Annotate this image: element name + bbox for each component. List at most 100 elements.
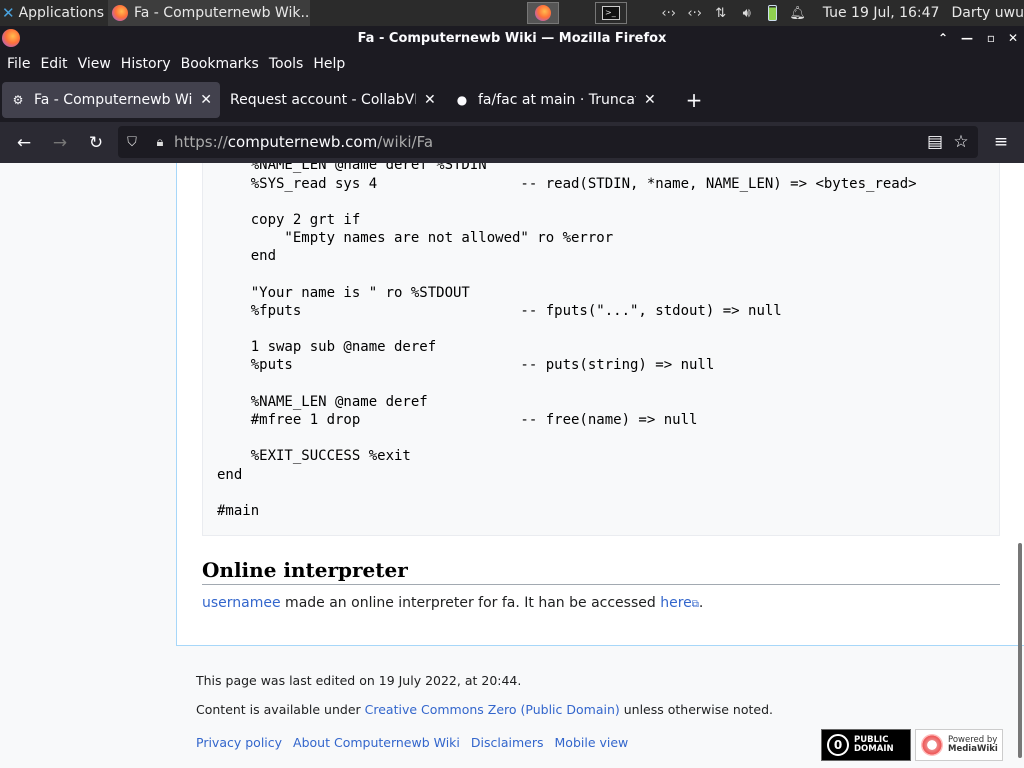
- url-host: computernewb.com: [227, 133, 378, 151]
- code-line: #mfree 1 drop -- free(name) => null: [217, 412, 698, 428]
- menu-tools[interactable]: Tools: [264, 56, 309, 72]
- github-icon: ●: [456, 93, 468, 107]
- forward-icon[interactable]: →: [42, 127, 78, 159]
- code-line: end: [217, 467, 243, 483]
- menu-history[interactable]: History: [116, 56, 176, 72]
- public-domain-icon: 0: [827, 734, 849, 756]
- minimize-icon[interactable]: —: [956, 26, 978, 50]
- network-icon[interactable]: ‹·›: [656, 6, 682, 21]
- network-icon-2[interactable]: ‹·›: [682, 6, 708, 21]
- tab-github-fac[interactable]: ● fa/fac at main · Truncated ✕: [446, 82, 668, 118]
- close-icon[interactable]: ✕: [1002, 26, 1024, 50]
- mediawiki-icon: [921, 734, 943, 756]
- lock-icon[interactable]: 🔒︎: [146, 135, 174, 150]
- public-domain-badge[interactable]: 0 PUBLIC DOMAIN: [821, 729, 911, 761]
- article-body: %NAME_LEN @name deref %STDIN %SYS_read s…: [176, 163, 1024, 646]
- applications-menu[interactable]: ✕ Applications: [0, 0, 108, 26]
- paragraph-text: made an online interpreter for fa. It ha…: [280, 595, 661, 611]
- mediawiki-badge-text: Powered by MediaWiki: [948, 736, 998, 754]
- menu-file[interactable]: File: [2, 56, 35, 72]
- badge-mw-line2: MediaWiki: [948, 744, 998, 754]
- code-line: #main: [217, 503, 260, 519]
- mobile-view-link[interactable]: Mobile view: [555, 735, 629, 750]
- code-line: %EXIT_SUCCESS %exit: [217, 448, 411, 464]
- menu-edit[interactable]: Edit: [35, 56, 72, 72]
- code-line: 1 swap sub @name deref: [217, 339, 437, 355]
- clock[interactable]: Tue 19 Jul, 16:47: [823, 5, 940, 21]
- license-prefix: Content is available under: [196, 702, 365, 717]
- badge-pd-line2: DOMAIN: [854, 744, 894, 754]
- code-line: %puts -- puts(string) => null: [217, 357, 715, 373]
- taskbar-item-firefox[interactable]: Fa - Computernewb Wik...: [108, 0, 310, 26]
- window-titlebar: Fa - Computernewb Wiki — Mozilla Firefox…: [0, 26, 1024, 50]
- license-text: Content is available under Creative Comm…: [196, 702, 773, 717]
- tab-close-icon[interactable]: ✕: [644, 92, 656, 108]
- code-line: %fputs -- fputs("...", stdout) => null: [217, 303, 782, 319]
- wiki-favicon-icon: ⚙: [12, 93, 24, 107]
- window-shade-icon[interactable]: ⌃: [932, 26, 954, 50]
- system-tray: ‹·› ‹·› ⇅ 🔊︎ 🔔︎ Tue 19 Jul, 16:47 Darty …: [656, 0, 1024, 26]
- transfer-icon[interactable]: ⇅: [708, 6, 734, 21]
- about-wiki-link[interactable]: About Computernewb Wiki: [293, 735, 460, 750]
- public-domain-badge-text: PUBLIC DOMAIN: [854, 736, 894, 754]
- section-heading: Online interpreter: [202, 558, 1000, 585]
- tab-request-account[interactable]: Request account - CollabVM ✕: [222, 82, 444, 118]
- menu-bar: File Edit View History Bookmarks Tools H…: [0, 50, 1024, 78]
- firefox-icon: [112, 5, 128, 21]
- tab-close-icon[interactable]: ✕: [424, 92, 436, 108]
- battery-icon[interactable]: [767, 5, 777, 21]
- tab-close-icon[interactable]: ✕: [200, 92, 212, 108]
- xfce-icon: ✕: [2, 4, 15, 22]
- url-scheme: https://: [174, 133, 228, 151]
- user-link[interactable]: usernamee: [202, 595, 281, 611]
- tab-label: Fa - Computernewb Wiki: [34, 92, 193, 108]
- bookmark-star-icon[interactable]: ☆: [946, 126, 976, 158]
- maximize-icon[interactable]: ▫: [980, 26, 1002, 50]
- url-path: /wiki/Fa: [377, 133, 434, 151]
- last-edited-text: This page was last edited on 19 July 202…: [196, 673, 522, 688]
- page-content: %NAME_LEN @name deref %STDIN %SYS_read s…: [0, 163, 1024, 768]
- url-bar[interactable]: ⛉ 🔒︎ https://computernewb.com/wiki/Fa: [118, 126, 978, 158]
- window-title: Fa - Computernewb Wiki — Mozilla Firefox: [357, 30, 667, 46]
- back-icon[interactable]: ←: [6, 127, 42, 159]
- code-block: %NAME_LEN @name deref %STDIN %SYS_read s…: [202, 163, 1000, 536]
- new-tab-icon[interactable]: +: [680, 86, 708, 114]
- disclaimers-link[interactable]: Disclaimers: [471, 735, 544, 750]
- footer-links: Privacy policy About Computernewb Wiki D…: [196, 735, 639, 750]
- code-line: %SYS_read sys 4 -- read(STDIN, *name, NA…: [217, 176, 917, 192]
- page-scrollbar[interactable]: [1018, 543, 1022, 758]
- menu-bookmarks[interactable]: Bookmarks: [176, 56, 264, 72]
- taskbar-item-label: Fa - Computernewb Wik...: [134, 5, 310, 21]
- section-paragraph: usernamee made an online interpreter for…: [202, 595, 703, 611]
- code-line: %NAME_LEN @name deref: [217, 394, 428, 410]
- reload-icon[interactable]: ↻: [78, 127, 114, 159]
- system-panel: ✕ Applications Fa - Computernewb Wik... …: [0, 0, 1024, 26]
- workspace-1[interactable]: [527, 2, 559, 24]
- tab-fa-wiki[interactable]: ⚙ Fa - Computernewb Wiki ✕: [2, 82, 220, 118]
- workspace-2[interactable]: >_: [595, 2, 627, 24]
- code-line: %NAME_LEN @name deref %STDIN: [217, 163, 487, 173]
- mediawiki-badge[interactable]: Powered by MediaWiki: [915, 729, 1003, 761]
- paragraph-end: .: [698, 595, 704, 611]
- user-menu[interactable]: Darty uwu: [951, 5, 1024, 21]
- tab-label: fa/fac at main · Truncated: [478, 92, 636, 108]
- external-link-icon: ⧉: [691, 599, 699, 610]
- menu-help[interactable]: Help: [308, 56, 350, 72]
- notification-bell-icon[interactable]: 🔔︎: [785, 6, 811, 21]
- firefox-icon: [535, 5, 551, 21]
- hamburger-menu-icon[interactable]: ≡: [986, 126, 1016, 158]
- code-line: end: [217, 248, 277, 264]
- firefox-icon: [2, 29, 20, 47]
- terminal-icon: >_: [602, 6, 620, 20]
- applications-label: Applications: [18, 5, 105, 21]
- privacy-policy-link[interactable]: Privacy policy: [196, 735, 282, 750]
- menu-view[interactable]: View: [73, 56, 116, 72]
- navigation-bar: ← → ↻ ⛉ 🔒︎ https://computernewb.com/wiki…: [0, 122, 1024, 163]
- license-suffix: unless otherwise noted.: [619, 702, 773, 717]
- here-link[interactable]: here: [660, 595, 692, 611]
- tracking-shield-icon[interactable]: ⛉: [118, 135, 146, 150]
- volume-icon[interactable]: 🔊︎: [734, 6, 760, 21]
- license-link[interactable]: Creative Commons Zero (Public Domain): [365, 702, 620, 717]
- code-line: "Empty names are not allowed" ro %error: [217, 230, 614, 246]
- tab-label: Request account - CollabVM: [230, 92, 416, 108]
